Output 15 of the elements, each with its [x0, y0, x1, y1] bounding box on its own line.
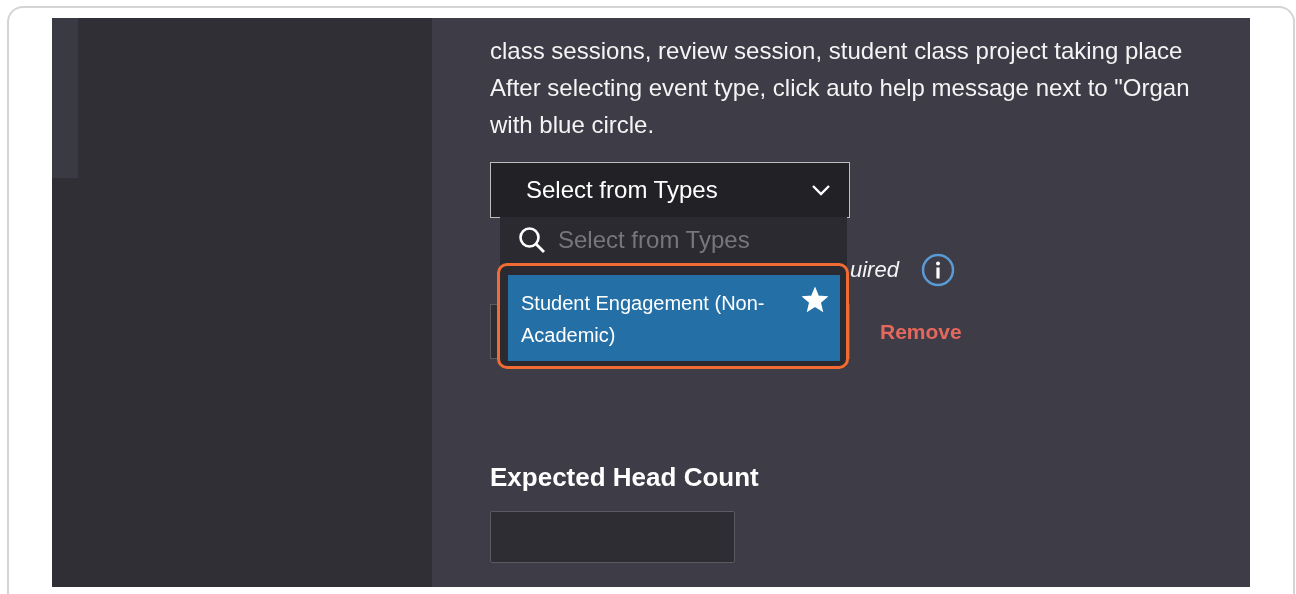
chevron-icon — [811, 184, 831, 196]
info-icon[interactable] — [920, 253, 955, 287]
search-icon — [518, 226, 546, 254]
type-select[interactable]: Select from Types — [490, 162, 850, 218]
remove-link[interactable]: Remove — [880, 319, 962, 344]
dropdown-option[interactable]: Student Engagement (Non-Academic) — [508, 275, 840, 361]
help-text: After selecting event type, click auto help message next to "Organ — [490, 73, 1190, 103]
star-icon[interactable] — [802, 287, 828, 313]
head-count-field[interactable] — [490, 511, 735, 563]
help-text: class sessions, review session, student class project taking place — [490, 36, 1183, 66]
scrollbar[interactable] — [52, 18, 78, 178]
help-text: with blue circle. — [490, 110, 655, 140]
field-label: Expected Head Count — [490, 462, 759, 493]
required-note: uired — [850, 257, 899, 283]
search-field[interactable]: Select from Types — [556, 225, 839, 255]
